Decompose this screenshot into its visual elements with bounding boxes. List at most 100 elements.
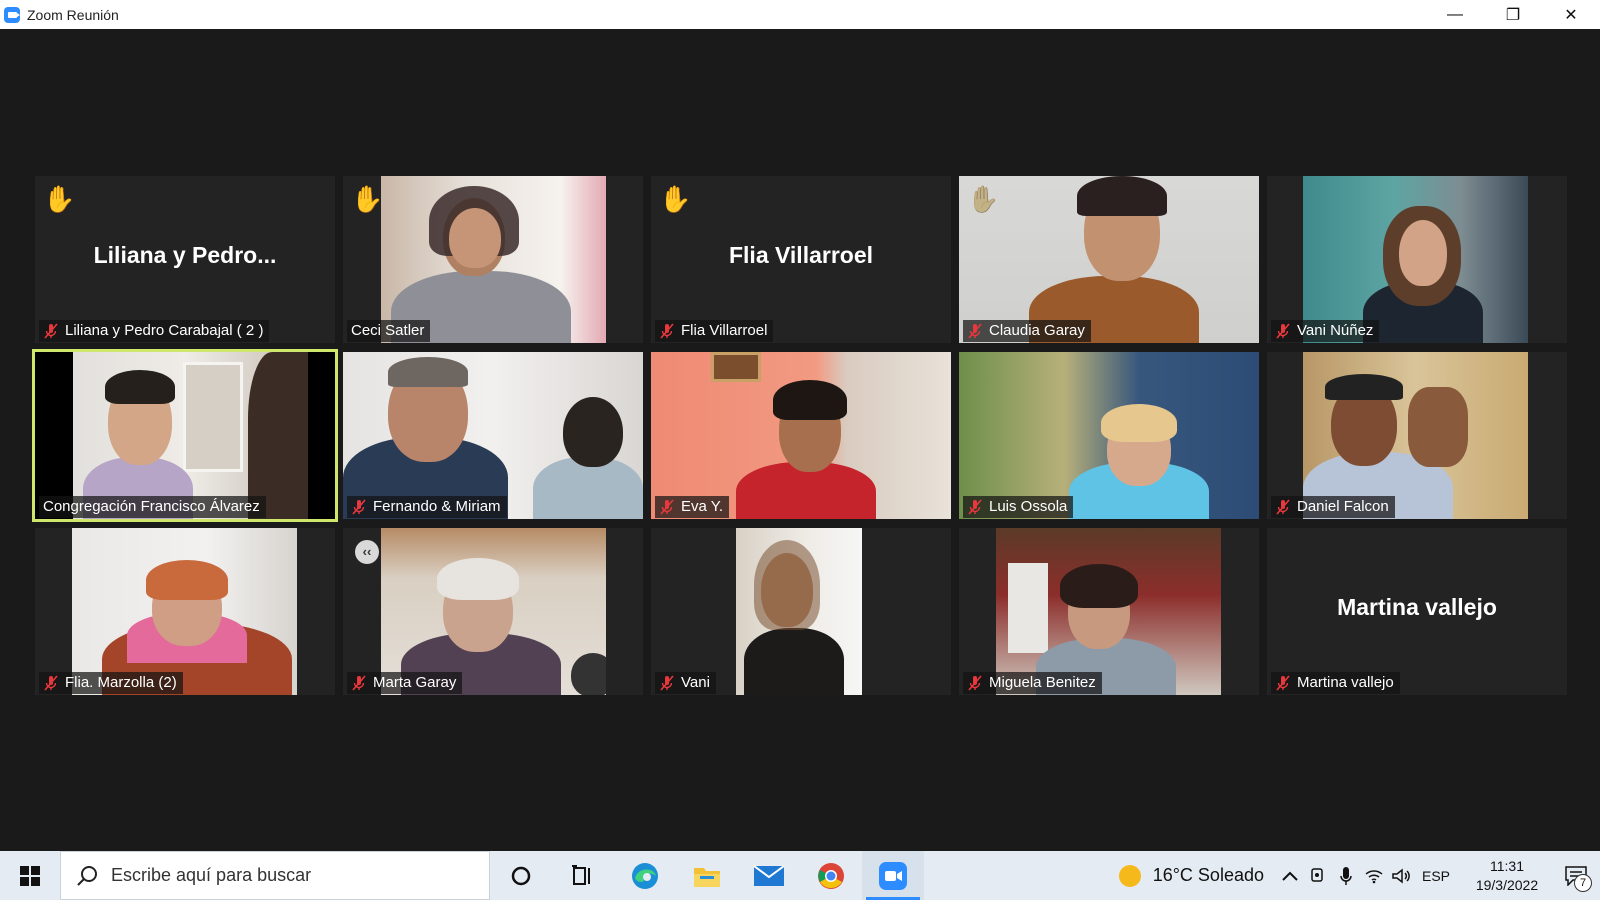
video-tile[interactable]: Vani Núñez [1267, 176, 1567, 343]
participant-name: Marta Garay [373, 674, 457, 691]
participant-name: Ceci Satler [351, 322, 425, 339]
participant-label: Luis Ossola [963, 496, 1074, 518]
window-title: Zoom Reunión [27, 6, 119, 23]
show-hidden-icons-button[interactable] [1276, 851, 1304, 900]
task-view-button[interactable] [552, 851, 614, 900]
participant-name: Flia. Marzolla (2) [65, 674, 177, 691]
weather-widget[interactable]: 16°C Soleado [1118, 864, 1264, 887]
weather-text: 16°C Soleado [1152, 865, 1264, 885]
chrome-icon [818, 862, 844, 889]
raised-hand-icon: ✋ [659, 184, 692, 214]
participant-name: Liliana y Pedro Carabajal ( 2 ) [65, 322, 264, 339]
video-tile[interactable]: ✋ Flia Villarroel Flia Villarroel [651, 176, 951, 343]
mic-muted-icon [43, 323, 59, 339]
search-icon [77, 865, 97, 886]
participant-label: Flia Villarroel [655, 320, 774, 342]
start-button[interactable] [0, 851, 60, 900]
file-explorer-button[interactable] [676, 851, 738, 900]
mic-muted-icon [351, 499, 367, 515]
system-tray: 16°C Soleado ESP 11:31 19/3/2022 7 [1118, 851, 1600, 900]
close-button[interactable]: ✕ [1542, 0, 1600, 29]
video-tile-active-speaker[interactable]: Congregación Francisco Álvarez [32, 349, 338, 522]
participant-label: Claudia Garay [963, 320, 1091, 342]
participant-video [736, 528, 862, 695]
mic-muted-icon [43, 675, 59, 691]
clock-time: 11:31 [1490, 857, 1524, 874]
minimize-button[interactable]: — [1426, 0, 1484, 29]
wifi-icon [1365, 869, 1383, 883]
participant-name: Vani [681, 674, 710, 691]
mic-muted-icon [967, 675, 983, 691]
clock[interactable]: 11:31 19/3/2022 [1462, 857, 1552, 895]
video-tile[interactable]: Luis Ossola [959, 352, 1259, 519]
participant-label: Vani [655, 672, 716, 694]
input-language[interactable]: ESP [1422, 868, 1450, 884]
participant-label: Marta Garay [347, 672, 463, 694]
mail-button[interactable] [738, 851, 800, 900]
restore-icon: ❐ [1505, 6, 1521, 24]
mic-muted-icon [659, 323, 675, 339]
taskbar-search-box[interactable]: Escribe aquí para buscar [60, 851, 490, 900]
mic-muted-icon [1275, 675, 1291, 691]
participant-name: Eva Y. [681, 498, 723, 515]
zoom-icon [879, 861, 907, 890]
gallery-view: ✋ Liliana y Pedro... Liliana y Pedro Car… [0, 29, 1600, 851]
microphone-button[interactable] [1332, 851, 1360, 900]
folder-icon [694, 867, 720, 887]
participant-video [1303, 352, 1528, 519]
video-tile[interactable]: ✋ Ceci Satler [343, 176, 643, 343]
participant-name: Vani Núñez [1297, 322, 1374, 339]
mic-muted-icon [659, 675, 675, 691]
video-tile[interactable]: Martina vallejo Martina vallejo [1267, 528, 1567, 695]
participant-video [35, 352, 335, 519]
participant-label: Eva Y. [655, 496, 729, 518]
video-tile[interactable]: Flia. Marzolla (2) [35, 528, 335, 695]
search-placeholder: Escribe aquí para buscar [111, 865, 312, 885]
task-view-icon [572, 864, 590, 885]
sun-icon [1118, 864, 1141, 887]
participant-label: Ceci Satler [347, 320, 431, 342]
video-tile[interactable]: Eva Y. [651, 352, 951, 519]
close-icon: ✕ [1564, 6, 1578, 24]
video-tile[interactable]: ‹‹ Marta Garay [343, 528, 643, 695]
mic-muted-icon [967, 323, 983, 339]
video-tile[interactable]: Vani [651, 528, 951, 695]
title-bar: Zoom Reunión — ❐ ✕ [0, 0, 1600, 29]
cortana-button[interactable] [490, 851, 552, 900]
participant-label: Fernando & Miriam [347, 496, 507, 518]
action-center-button[interactable]: 7 [1552, 851, 1600, 900]
participant-name: Claudia Garay [989, 322, 1085, 339]
network-button[interactable] [1360, 851, 1388, 900]
edge-browser-button[interactable] [614, 851, 676, 900]
participant-video [381, 176, 606, 343]
collapse-arrows-icon[interactable]: ‹‹ [355, 540, 379, 564]
participant-name: Miguela Benitez [989, 674, 1096, 691]
mic-muted-icon [967, 499, 983, 515]
participant-video [651, 352, 951, 519]
mail-icon [753, 864, 785, 886]
participant-video [381, 528, 606, 695]
volume-button[interactable] [1388, 851, 1416, 900]
cortana-icon [511, 866, 531, 885]
mic-muted-icon [659, 499, 675, 515]
edge-icon [632, 862, 658, 889]
video-tile[interactable]: Daniel Falcon [1267, 352, 1567, 519]
participant-name: Daniel Falcon [1297, 498, 1389, 515]
participant-name: Martina vallejo [1297, 674, 1394, 691]
participant-video [343, 352, 643, 519]
clock-date: 19/3/2022 [1475, 876, 1539, 893]
meet-now-button[interactable] [1304, 851, 1332, 900]
participant-label: Martina vallejo [1271, 672, 1400, 694]
video-tile[interactable]: ✋ Claudia Garay [959, 176, 1259, 343]
participant-label: Miguela Benitez [963, 672, 1102, 694]
chrome-button[interactable] [800, 851, 862, 900]
camera-icon [1311, 867, 1323, 882]
video-tile[interactable]: ✋ Liliana y Pedro... Liliana y Pedro Car… [35, 176, 335, 343]
zoom-taskbar-button[interactable] [862, 851, 924, 900]
participant-video [996, 528, 1221, 695]
zoom-app-icon [4, 6, 20, 23]
video-tile[interactable]: Miguela Benitez [959, 528, 1259, 695]
video-tile[interactable]: Fernando & Miriam [343, 352, 643, 519]
participant-label: Congregación Francisco Álvarez [39, 496, 266, 518]
maximize-button[interactable]: ❐ [1484, 0, 1542, 29]
